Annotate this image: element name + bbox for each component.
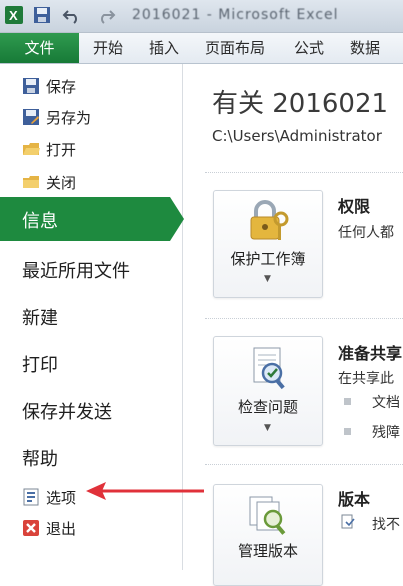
page-title: 有关 2016021 — [212, 89, 389, 119]
permissions-heading: 权限 — [338, 197, 371, 216]
close-folder-icon — [23, 176, 39, 188]
menu-item-label: 保存 — [46, 77, 77, 96]
bullet-icon — [344, 398, 351, 405]
redo-icon[interactable] — [96, 5, 116, 25]
tab-formulas[interactable]: 公式 — [294, 33, 324, 63]
save-icon[interactable] — [32, 5, 52, 25]
divider — [205, 172, 403, 173]
prepare-share-text: 在共享此 — [338, 371, 394, 387]
prepare-share-heading: 准备共享 — [338, 344, 403, 363]
versions-text: 找不 — [372, 517, 400, 533]
tab-page-layout[interactable]: 页面布局 — [205, 33, 265, 63]
document-icon — [341, 514, 355, 529]
menu-item-help[interactable]: 帮助 — [22, 445, 58, 471]
manage-versions-label: 管理版本 — [237, 542, 298, 560]
selected-pointer — [170, 197, 184, 241]
undo-icon[interactable] — [62, 5, 82, 25]
versions-heading: 版本 — [338, 490, 371, 509]
menu-item-new[interactable]: 新建 — [22, 304, 58, 330]
excel-app-icon[interactable]: X — [4, 5, 24, 25]
check-issues-button[interactable]: 检查问题 ▼ — [213, 336, 323, 446]
bullet-text: 残障 — [372, 425, 400, 441]
file-path: C:\Users\Administrator — [212, 127, 382, 145]
bullet-icon — [344, 428, 351, 435]
manage-versions-button[interactable]: 管理版本 — [213, 484, 323, 586]
chevron-down-icon: ▼ — [264, 274, 271, 284]
check-issues-label: 检查问题 — [237, 398, 298, 416]
menu-item-print[interactable]: 打印 — [22, 351, 58, 377]
open-folder-icon — [23, 143, 40, 155]
menu-item-label: 退出 — [46, 519, 77, 538]
lock-key-icon — [250, 200, 289, 240]
tab-data[interactable]: 数据 — [350, 33, 380, 63]
inspect-document-icon — [253, 347, 285, 390]
save-icon — [23, 78, 39, 94]
menu-item-exit[interactable]: 退出 — [0, 514, 182, 542]
tab-home[interactable]: 开始 — [93, 33, 123, 63]
menu-item-label: 另存为 — [46, 108, 92, 127]
menu-item-info-label: 信息 — [22, 211, 58, 232]
menu-item-save-send[interactable]: 保存并发送 — [22, 398, 112, 424]
divider — [205, 464, 403, 465]
tab-file[interactable]: 文件 — [0, 33, 79, 63]
title-bar: X 2016021 - Microsoft Excel — [0, 0, 403, 33]
bullet-text: 文档 — [372, 395, 400, 411]
menu-item-recent[interactable]: 最近所用文件 — [22, 257, 130, 283]
exit-icon — [23, 520, 39, 536]
menu-item-save[interactable]: 保存 — [0, 72, 182, 100]
manage-versions-icon — [249, 496, 286, 535]
divider — [205, 318, 403, 319]
menu-item-close[interactable]: 关闭 — [0, 168, 182, 196]
tab-insert[interactable]: 插入 — [149, 33, 179, 63]
menu-item-open[interactable]: 打开 — [0, 135, 182, 163]
menu-item-label: 打开 — [46, 140, 77, 159]
menu-item-save-as[interactable]: 另存为 — [0, 103, 182, 131]
save-as-icon — [23, 109, 39, 125]
options-icon — [23, 488, 39, 506]
menu-item-label: 关闭 — [46, 173, 77, 192]
protect-workbook-label: 保护工作簿 — [230, 250, 306, 268]
ribbon-tab-row: 文件 开始 插入 页面布局 公式 数据 — [0, 33, 403, 64]
permissions-text: 任何人都 — [338, 225, 394, 241]
menu-item-label: 选项 — [46, 488, 77, 507]
window-title: 2016021 - Microsoft Excel — [132, 7, 339, 23]
svg-text:X: X — [9, 8, 18, 23]
chevron-down-icon: ▼ — [264, 423, 271, 433]
annotation-arrow — [86, 482, 204, 500]
protect-workbook-button[interactable]: 保护工作簿 ▼ — [213, 190, 323, 298]
